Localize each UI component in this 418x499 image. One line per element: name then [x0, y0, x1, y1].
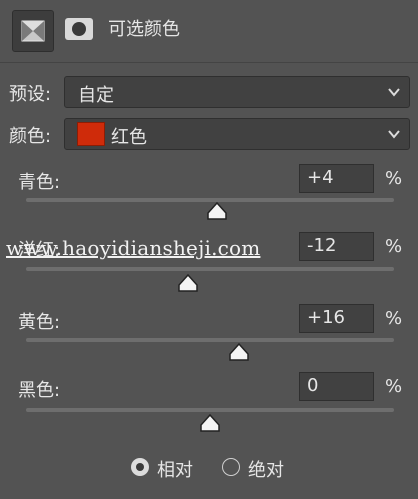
black-unit: %	[385, 376, 403, 397]
cyan-slider-thumb[interactable]	[206, 202, 228, 220]
chevron-down-icon	[388, 88, 400, 97]
preset-value: 自定	[78, 85, 114, 106]
panel-title: 可选颜色	[108, 19, 180, 40]
radio-selected-icon[interactable]	[131, 458, 149, 476]
magenta-input[interactable]: -12	[299, 232, 374, 261]
method-relative-option[interactable]: 相对	[131, 456, 201, 481]
method-relative-label: 相对	[157, 460, 193, 481]
black-slider-thumb[interactable]	[199, 414, 221, 432]
preset-label: 预设:	[9, 84, 52, 105]
selective-color-icon[interactable]	[12, 10, 54, 52]
magenta-track[interactable]	[26, 267, 394, 271]
watermark-text: www.haoyidiansheji.com	[6, 236, 261, 260]
colors-value: 红色	[111, 127, 147, 148]
black-input[interactable]: 0	[299, 372, 374, 401]
yellow-track[interactable]	[26, 338, 394, 342]
method-absolute-label: 绝对	[248, 460, 284, 481]
cyan-label: 青色:	[18, 172, 61, 193]
magenta-slider-thumb[interactable]	[177, 274, 199, 292]
yellow-unit: %	[385, 308, 403, 329]
black-label: 黑色:	[18, 380, 61, 401]
yellow-input[interactable]: +16	[299, 304, 374, 333]
cyan-input[interactable]: +4	[299, 164, 374, 193]
yellow-label: 黄色:	[18, 312, 61, 333]
yellow-slider-thumb[interactable]	[228, 343, 250, 361]
chevron-down-icon	[388, 130, 400, 139]
colors-dropdown[interactable]: 红色	[64, 118, 410, 150]
mask-icon[interactable]	[64, 17, 94, 41]
black-track[interactable]	[26, 408, 394, 412]
panel-header: 可选颜色	[0, 0, 418, 63]
method-absolute-option[interactable]: 绝对	[222, 456, 292, 481]
radio-unselected-icon[interactable]	[222, 458, 240, 476]
magenta-unit: %	[385, 236, 403, 257]
cyan-unit: %	[385, 168, 403, 189]
colors-label: 颜色:	[9, 126, 52, 147]
preset-dropdown[interactable]: 自定	[64, 76, 410, 108]
color-swatch	[77, 122, 105, 146]
